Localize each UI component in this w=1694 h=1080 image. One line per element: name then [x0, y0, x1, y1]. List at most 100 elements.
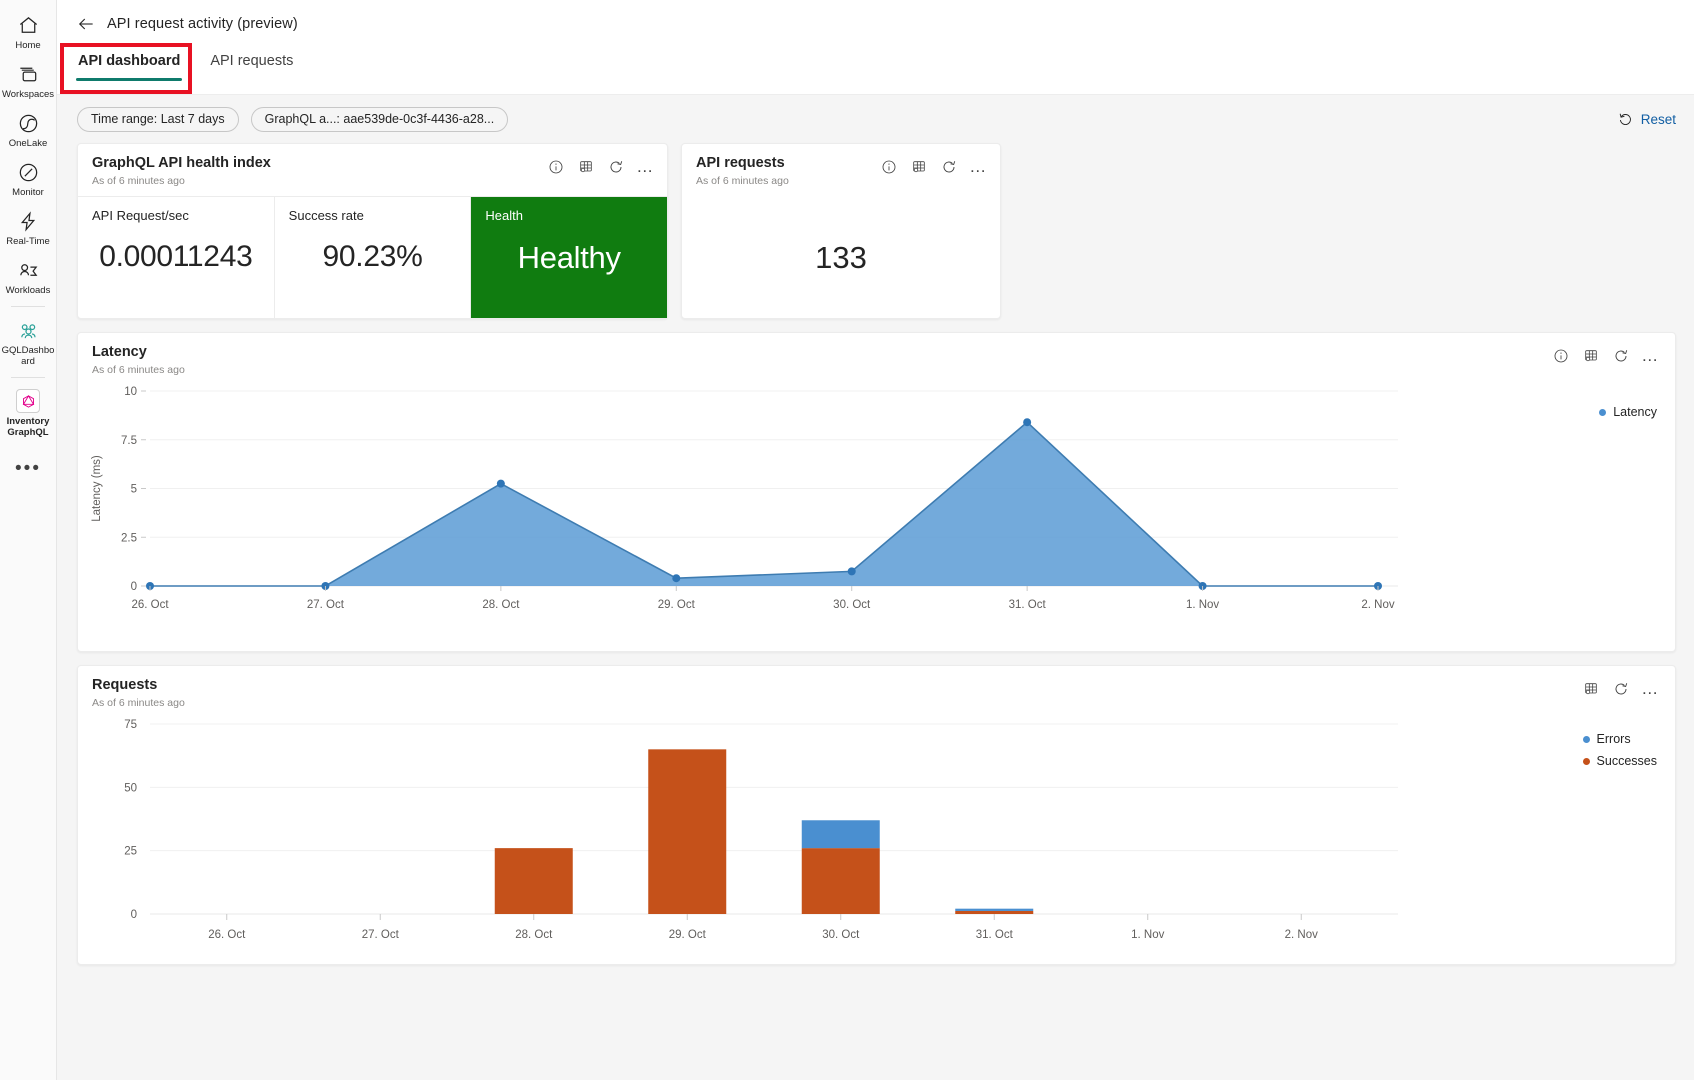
- panel-header: Requests As of 6 minutes ago …: [78, 666, 1675, 710]
- card-actions: …: [547, 155, 654, 175]
- legend-item[interactable]: Errors: [1582, 732, 1657, 746]
- sidebar-item-label: GQLDashboard: [1, 345, 55, 367]
- kpi-cards-row: GraphQL API health index As of 6 minutes…: [57, 143, 1694, 319]
- panel-title: Requests: [92, 677, 158, 693]
- kpi-strip: API Request/sec 0.00011243 Success rate …: [78, 196, 668, 318]
- panel-subtitle: As of 6 minutes ago: [92, 364, 185, 376]
- svg-text:30. Oct: 30. Oct: [833, 599, 871, 611]
- sidebar-item-inventory-graphql[interactable]: Inventory GraphQL: [0, 382, 57, 442]
- kpi-label: API Request/sec: [92, 208, 189, 223]
- kpi-label: Success rate: [288, 208, 364, 223]
- dashboard-content: Time range: Last 7 days GraphQL a...: aa…: [57, 94, 1694, 1080]
- status-badge: Healthy: [517, 240, 621, 275]
- tab-active-indicator: [76, 78, 183, 81]
- sidebar-more-button[interactable]: •••: [15, 459, 41, 478]
- info-icon[interactable]: [1552, 347, 1569, 364]
- sidebar-item-workspaces[interactable]: Workspaces: [0, 55, 57, 104]
- sidebar-item-gqldashboard[interactable]: GQLDashboard: [0, 311, 57, 371]
- card-title: GraphQL API health index: [92, 155, 271, 171]
- sidebar-item-onelake[interactable]: OneLake: [0, 104, 57, 153]
- legend-color-swatch: [1599, 408, 1607, 416]
- gql-dashboard-icon: [15, 317, 41, 343]
- svg-text:29. Oct: 29. Oct: [658, 599, 696, 611]
- show-as-table-icon[interactable]: [1582, 680, 1599, 697]
- kpi-success-rate: Success rate 90.23%: [275, 197, 472, 318]
- sidebar-item-label: Workloads: [5, 285, 51, 296]
- reset-button[interactable]: Reset: [1618, 111, 1676, 127]
- svg-text:7.5: 7.5: [121, 435, 137, 447]
- card-titles: GraphQL API health index As of 6 minutes…: [92, 155, 547, 188]
- svg-text:28. Oct: 28. Oct: [482, 599, 520, 611]
- refresh-icon[interactable]: [940, 158, 957, 175]
- more-options-icon[interactable]: …: [969, 158, 987, 175]
- reset-label: Reset: [1640, 111, 1676, 127]
- card-api-requests: API requests As of 6 minutes ago … 133: [681, 143, 1001, 319]
- more-options-icon[interactable]: …: [1641, 347, 1659, 364]
- onelake-icon: [15, 110, 41, 136]
- panel-latency: Latency As of 6 minutes ago … 0 2.5 5 7.…: [77, 332, 1676, 652]
- latency-area-chart[interactable]: 0 2.5 5 7.5 10 Latency (ms) 26. Oct 27. Oct 28. …: [78, 377, 1498, 632]
- legend-label: Latency: [1613, 405, 1657, 419]
- svg-text:26. Oct: 26. Oct: [208, 929, 246, 941]
- card-actions: …: [880, 155, 987, 175]
- sidebar-item-home[interactable]: Home: [0, 6, 57, 55]
- card-header: GraphQL API health index As of 6 minutes…: [78, 144, 667, 196]
- card-graphql-api-health-index: GraphQL API health index As of 6 minutes…: [77, 143, 668, 319]
- kpi-value: 90.23%: [322, 240, 423, 273]
- sidebar-item-label: Workspaces: [1, 89, 55, 100]
- show-as-table-icon[interactable]: [1582, 347, 1599, 364]
- svg-text:0: 0: [131, 909, 137, 921]
- card-subtitle: As of 6 minutes ago: [696, 175, 789, 187]
- legend-color-swatch: [1582, 735, 1590, 743]
- latency-legend: Latency: [1599, 405, 1657, 427]
- requests-bar-chart[interactable]: 0 25 50 75 26. Oct 27. Oct 28. Oct 29. Oct 30. O…: [78, 710, 1498, 960]
- svg-text:25: 25: [124, 846, 137, 858]
- more-options-icon[interactable]: …: [1641, 680, 1659, 697]
- panel-subtitle: As of 6 minutes ago: [92, 697, 185, 709]
- workloads-icon: [15, 257, 41, 283]
- dashboard-page: Home Workspaces OneLake Monitor Real-Tim…: [0, 0, 1694, 1080]
- card-subtitle: As of 6 minutes ago: [92, 175, 185, 187]
- reset-icon: [1618, 111, 1634, 127]
- refresh-icon[interactable]: [607, 158, 624, 175]
- left-nav-rail: Home Workspaces OneLake Monitor Real-Tim…: [0, 0, 57, 1080]
- api-requests-value: 133: [815, 239, 867, 275]
- tab-api-requests[interactable]: API requests: [208, 47, 295, 70]
- filter-pill-graphql-api[interactable]: GraphQL a...: aae539de-0c3f-4436-a28...: [250, 106, 509, 132]
- refresh-icon[interactable]: [1612, 680, 1629, 697]
- inventory-graphql-icon: [15, 388, 41, 414]
- refresh-icon[interactable]: [1612, 347, 1629, 364]
- home-icon: [15, 12, 41, 38]
- nav-divider: [11, 377, 45, 378]
- requests-chart-wrap: 0 25 50 75 26. Oct 27. Oct 28. Oct 29. Oct 30. O…: [78, 710, 1675, 960]
- card-header: API requests As of 6 minutes ago …: [682, 144, 1000, 196]
- sidebar-item-workloads[interactable]: Workloads: [0, 251, 57, 300]
- sidebar-item-label: Inventory GraphQL: [6, 416, 50, 438]
- sidebar-item-label: OneLake: [8, 138, 48, 149]
- svg-text:1. Nov: 1. Nov: [1131, 929, 1164, 941]
- kpi-api-request-per-sec: API Request/sec 0.00011243: [78, 197, 275, 318]
- card-title: API requests: [696, 155, 785, 171]
- legend-item[interactable]: Successes: [1582, 754, 1657, 768]
- svg-text:31. Oct: 31. Oct: [1009, 599, 1047, 611]
- svg-text:31. Oct: 31. Oct: [976, 929, 1014, 941]
- tab-api-dashboard[interactable]: API dashboard: [76, 47, 183, 81]
- api-requests-value-area: 133: [682, 196, 1000, 318]
- info-icon[interactable]: [547, 158, 564, 175]
- svg-text:27. Oct: 27. Oct: [362, 929, 400, 941]
- legend-item[interactable]: Latency: [1599, 405, 1657, 419]
- show-as-table-icon[interactable]: [910, 158, 927, 175]
- sidebar-item-label: Home: [15, 40, 41, 51]
- panel-requests: Requests As of 6 minutes ago … 025 50 75…: [77, 665, 1676, 965]
- real-time-icon: [15, 208, 41, 234]
- info-icon[interactable]: [880, 158, 897, 175]
- svg-text:28. Oct: 28. Oct: [515, 929, 553, 941]
- more-options-icon[interactable]: …: [636, 158, 654, 175]
- sidebar-item-real-time[interactable]: Real-Time: [0, 202, 57, 251]
- back-arrow-icon[interactable]: [73, 11, 99, 37]
- tab-label: API dashboard: [78, 53, 181, 69]
- panel-actions: …: [1552, 344, 1659, 364]
- show-as-table-icon[interactable]: [577, 158, 594, 175]
- filter-pill-time-range[interactable]: Time range: Last 7 days: [77, 106, 239, 132]
- sidebar-item-monitor[interactable]: Monitor: [0, 153, 57, 202]
